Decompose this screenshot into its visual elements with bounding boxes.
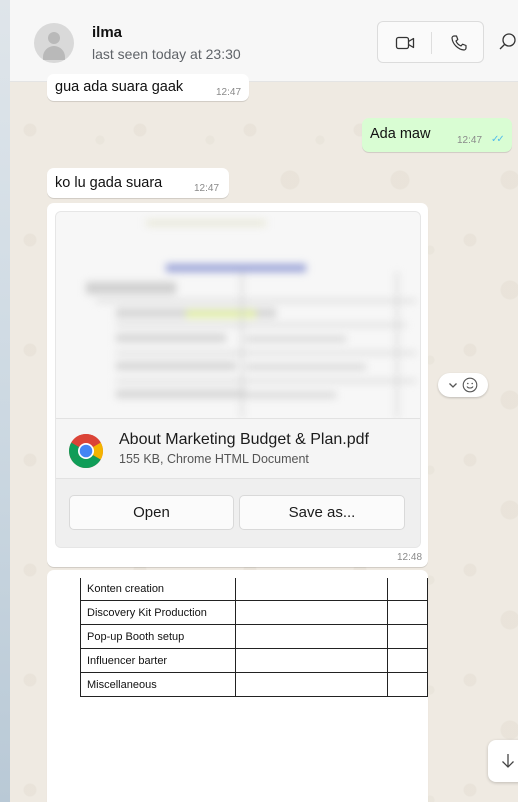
voice-call-button[interactable] [432, 22, 485, 64]
message-text: gua ada suara gaak [55, 79, 184, 95]
table-cell [387, 600, 428, 625]
chevron-down-icon [449, 383, 457, 388]
message-time: 12:47 [457, 135, 483, 146]
document-info: About Marketing Budget & Plan.pdf 155 KB… [56, 418, 420, 478]
search-icon [499, 33, 516, 50]
video-camera-icon [395, 36, 414, 50]
message-text: Ada maw [370, 126, 431, 142]
table-row: Discovery Kit Production [80, 600, 428, 625]
table-cell [234, 624, 389, 649]
video-call-button[interactable] [378, 22, 431, 64]
table-cell: Pop-up Booth setup [80, 624, 236, 649]
table-cell [387, 672, 428, 697]
message-options-button[interactable] [438, 373, 488, 397]
scroll-to-bottom-button[interactable] [488, 740, 518, 782]
table-cell [387, 578, 428, 601]
budget-table: Konten creation Discovery Kit Production P… [80, 578, 428, 697]
call-button-group [377, 21, 484, 63]
table-row: Konten creation [80, 578, 428, 601]
table-row: Pop-up Booth setup [80, 624, 428, 649]
chat-window: ilma last seen today at 23:30 gua ada su… [10, 0, 518, 802]
open-document-button[interactable]: Open [69, 495, 234, 530]
document-preview-blurred [56, 212, 420, 418]
document-card[interactable]: About Marketing Budget & Plan.pdf 155 KB… [55, 211, 421, 548]
message-time: 12:47 [216, 87, 242, 98]
read-receipt-icon: ✓✓ [491, 134, 505, 145]
message-incoming[interactable]: gua ada suara gaak 12:47 [47, 74, 249, 101]
avatar-body [43, 46, 65, 60]
table-row: Influencer barter [80, 648, 428, 673]
chrome-icon [69, 434, 103, 468]
table-cell [234, 672, 389, 697]
table-cell: Influencer barter [80, 648, 236, 673]
document-actions: Open Save as... [56, 478, 420, 547]
search-button[interactable] [496, 30, 518, 54]
document-file-name: About Marketing Budget & Plan.pdf [119, 431, 369, 448]
table-cell [234, 648, 389, 673]
message-time: 12:47 [194, 183, 220, 194]
document-message[interactable]: About Marketing Budget & Plan.pdf 155 KB… [47, 203, 428, 567]
table-cell: Discovery Kit Production [80, 600, 236, 625]
table-cell: Konten creation [80, 578, 236, 601]
table-row: Miscellaneous [80, 672, 428, 697]
contact-last-seen: last seen today at 23:30 [92, 46, 241, 62]
desktop-background [0, 0, 10, 802]
image-message[interactable]: Konten creation Discovery Kit Production P… [47, 570, 428, 802]
table-cell [387, 624, 428, 649]
avatar-head [48, 32, 60, 44]
table-cell [234, 578, 389, 601]
message-time: 12:48 [397, 552, 423, 563]
image-content[interactable]: Konten creation Discovery Kit Production P… [55, 578, 428, 802]
document-meta: 155 KB, Chrome HTML Document [119, 452, 309, 466]
emoji-icon [462, 377, 478, 393]
table-cell: Miscellaneous [80, 672, 236, 697]
arrow-down-icon [502, 754, 514, 768]
document-preview[interactable] [56, 212, 420, 418]
phone-icon [450, 35, 467, 51]
save-as-button[interactable]: Save as... [239, 495, 405, 530]
message-incoming[interactable]: ko lu gada suara 12:47 [47, 168, 229, 198]
message-outgoing[interactable]: Ada maw 12:47 ✓✓ [362, 118, 512, 152]
contact-name[interactable]: ilma [92, 24, 122, 41]
message-text: ko lu gada suara [55, 175, 163, 191]
chat-header: ilma last seen today at 23:30 [10, 0, 518, 82]
contact-avatar[interactable] [34, 23, 74, 63]
table-cell [387, 648, 428, 673]
table-cell [234, 600, 389, 625]
